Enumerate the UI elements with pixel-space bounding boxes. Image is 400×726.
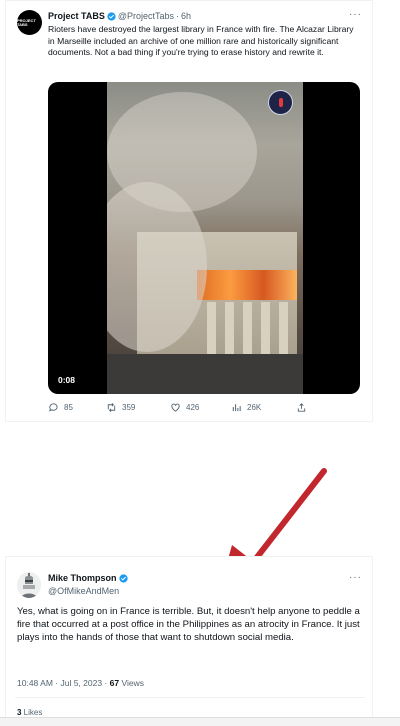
tweet-text: Rioters have destroyed the largest libra…	[48, 24, 354, 57]
author-handle[interactable]: @ProjectTabs	[118, 11, 174, 21]
fire-shape	[197, 270, 297, 300]
views-label: Views	[119, 678, 144, 688]
reply-count: 85	[64, 403, 73, 412]
author-name[interactable]: Mike Thompson	[48, 573, 117, 583]
tweet-time[interactable]: 6h	[181, 11, 191, 21]
retweet-count: 359	[122, 403, 136, 412]
channel-logo-icon	[268, 90, 293, 115]
column-shape	[225, 302, 234, 354]
verified-badge-icon	[107, 11, 116, 21]
tweet-timestamp[interactable]: 10:48 AM · Jul 5, 2023 ·	[17, 678, 110, 688]
retweet-icon	[107, 403, 116, 412]
tweet-meta: 10:48 AM · Jul 5, 2023 · 67 Views	[17, 678, 144, 688]
tweet-actions: 85 359 426 26K	[48, 402, 360, 416]
tweet-header: Project TABS @ProjectTabs · 6h	[48, 11, 191, 21]
views-count: 26K	[247, 403, 262, 412]
video-frame	[107, 82, 303, 394]
more-options-button[interactable]: ···	[349, 9, 362, 20]
views-count: 67	[109, 678, 120, 688]
verified-badge-icon	[118, 573, 128, 583]
column-shape	[243, 302, 252, 354]
column-shape	[261, 302, 270, 354]
separator-dot: ·	[176, 11, 180, 21]
retweet-button[interactable]: 359	[106, 402, 135, 413]
author-name[interactable]: Project TABS	[48, 11, 105, 21]
tweet-header: Mike Thompson	[48, 573, 130, 583]
likes-link[interactable]: 3 Likes	[17, 708, 42, 717]
views-chart-icon	[232, 404, 241, 412]
video-duration: 0:08	[58, 375, 76, 385]
tweet-text: Yes, what is going on in France is terri…	[17, 606, 360, 643]
street-shape	[107, 354, 303, 394]
reply-button[interactable]: 85	[48, 402, 73, 413]
like-count: 426	[186, 403, 200, 412]
likes-label: Likes	[21, 708, 43, 717]
like-button[interactable]: 426	[170, 402, 199, 413]
knight-helmet-icon	[17, 572, 41, 598]
avatar[interactable]: PROJECT TABS	[17, 10, 42, 35]
video-player[interactable]: 0:08	[48, 82, 360, 394]
share-icon	[297, 403, 306, 412]
avatar[interactable]	[17, 572, 41, 598]
share-button[interactable]	[296, 402, 307, 413]
column-shape	[207, 302, 216, 354]
views-button[interactable]: 26K	[231, 402, 261, 413]
heart-icon	[171, 403, 180, 412]
column-shape	[279, 302, 288, 354]
divider	[15, 697, 365, 698]
more-options-button[interactable]: ···	[349, 572, 362, 583]
reply-icon	[49, 403, 58, 412]
avatar-logo-text: PROJECT TABS	[17, 17, 36, 27]
author-handle[interactable]: @OfMikeAndMen	[48, 586, 119, 596]
